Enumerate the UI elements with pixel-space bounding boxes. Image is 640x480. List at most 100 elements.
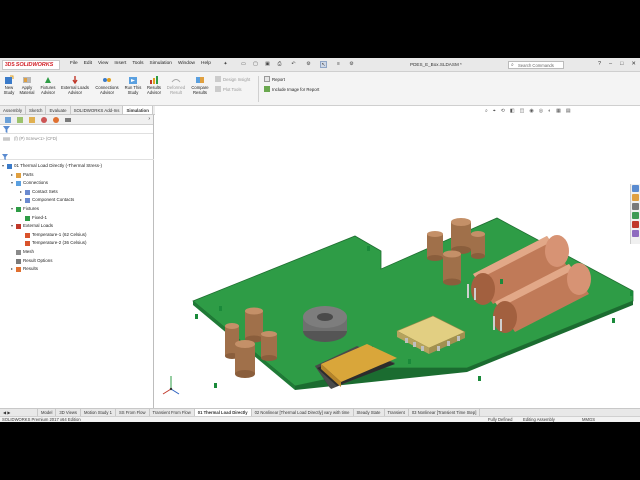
tree-item[interactable]: ▾ External Loads bbox=[0, 222, 154, 231]
resources-icon[interactable] bbox=[632, 185, 639, 192]
status-units[interactable]: MMGS bbox=[582, 417, 595, 422]
open-icon[interactable]: ▢ bbox=[252, 61, 259, 68]
tree-item[interactable]: Temperature-2 (36 Celsius) bbox=[0, 239, 154, 248]
tab-thermal-load-directly[interactable]: 01 Thermal Load Directly bbox=[194, 409, 252, 416]
separator bbox=[258, 76, 259, 102]
tab-transient[interactable]: Transient bbox=[385, 409, 409, 416]
feature-tree-icon[interactable] bbox=[4, 116, 12, 124]
undo-icon[interactable]: ↶ bbox=[290, 61, 297, 68]
options-icon[interactable]: ⚙ bbox=[348, 61, 355, 68]
close-icon[interactable]: ✕ bbox=[631, 61, 636, 67]
rebuild-icon[interactable]: ⚙ bbox=[305, 61, 312, 68]
config-label: (f) (P) Screw<1> (CFD) bbox=[14, 136, 58, 141]
compare-results-button[interactable]: Compare Results bbox=[189, 75, 211, 95]
select-icon[interactable]: ↖ bbox=[320, 61, 327, 68]
tab-sketch[interactable]: Sketch bbox=[26, 106, 47, 114]
status-editing: Editing Assembly bbox=[523, 417, 555, 422]
deformed-result-button[interactable]: Deformed Result bbox=[165, 75, 187, 95]
property-manager-icon[interactable] bbox=[16, 116, 24, 124]
tree-item-label: Temperature-2 (36 Celsius) bbox=[32, 240, 87, 246]
tab-steady-state[interactable]: Steady State bbox=[354, 409, 385, 416]
apply-material-button[interactable]: Apply Material bbox=[19, 75, 35, 95]
tree-item[interactable]: ▸ Parts bbox=[0, 171, 154, 180]
tab-addins[interactable]: SOLIDWORKS Add-Ins bbox=[71, 106, 124, 114]
tab-assembly[interactable]: Assembly bbox=[0, 106, 27, 114]
tab-nonlinear-transient[interactable]: 03 Nonlinear [Transient Time Step] bbox=[409, 409, 481, 416]
external-loads-advisor-button[interactable]: External Loads Advisor bbox=[60, 75, 90, 95]
temp-icon bbox=[25, 232, 30, 238]
task-pane bbox=[630, 184, 640, 244]
menu-edit[interactable]: Edit bbox=[84, 61, 92, 66]
menu-insert[interactable]: Insert bbox=[114, 61, 126, 66]
tree-item[interactable]: ▸ Contact Sets bbox=[0, 188, 154, 197]
appearances-icon[interactable] bbox=[632, 221, 639, 228]
tab-ss-from-flow[interactable]: SS From Flow bbox=[116, 409, 150, 416]
tree-item[interactable]: ▸ Results bbox=[0, 265, 154, 274]
tree-item[interactable]: ▾ Fixtures bbox=[0, 205, 154, 214]
tab-nonlinear-thermal[interactable]: 02 Nonlinear [Thermal Load Directly] var… bbox=[252, 409, 354, 416]
graphics-area[interactable]: ⌕ ⌖ ⟲ ◧ ◫ ◉ ◎ ◐ ▦ ▤ bbox=[155, 106, 640, 408]
report-button[interactable]: Report bbox=[264, 76, 285, 82]
design-insight-button[interactable]: Design Insight bbox=[215, 76, 250, 82]
minimize-icon[interactable]: – bbox=[609, 61, 612, 67]
results-advisor-button[interactable]: Results Advisor bbox=[145, 75, 163, 95]
tree-item[interactable]: ▾ 01 Thermal Load Directly (-Thermal Stre… bbox=[0, 162, 154, 171]
dimxpert-icon[interactable] bbox=[40, 116, 48, 124]
menu-help[interactable]: Help bbox=[201, 61, 211, 66]
tab-simulation[interactable]: Simulation bbox=[123, 106, 153, 114]
tab-3d-views[interactable]: 3D Views bbox=[56, 409, 82, 416]
menu-simulation[interactable]: Simulation bbox=[150, 61, 172, 66]
custom-properties-icon[interactable] bbox=[632, 230, 639, 237]
collapse-icon[interactable]: ▾ bbox=[11, 179, 13, 188]
tab-evaluate[interactable]: Evaluate bbox=[46, 106, 71, 114]
save-icon[interactable]: ▣ bbox=[264, 61, 271, 68]
tree-item[interactable]: ▸ Component Contacts bbox=[0, 196, 154, 205]
tree-item[interactable]: Temperature-1 (62 Celsius) bbox=[0, 231, 154, 240]
new-document-icon[interactable]: ▭ bbox=[240, 61, 247, 68]
collapse-icon[interactable]: ▾ bbox=[11, 205, 13, 214]
plot-tools-button[interactable]: Plot Tools bbox=[215, 86, 242, 92]
collapse-icon[interactable]: ▾ bbox=[11, 222, 13, 231]
design-library-icon[interactable] bbox=[632, 194, 639, 201]
configuration-manager-icon[interactable] bbox=[28, 116, 36, 124]
expand-arrow-icon[interactable]: › bbox=[148, 116, 150, 122]
expand-icon[interactable]: ▸ bbox=[20, 196, 22, 205]
deformed-result-label: Deformed Result bbox=[166, 85, 186, 95]
tab-nav-arrows[interactable]: ◀ ▶ bbox=[0, 409, 38, 416]
expand-icon[interactable]: ▸ bbox=[20, 188, 22, 197]
expand-icon[interactable]: ▸ bbox=[11, 171, 13, 180]
filter-icon[interactable] bbox=[3, 126, 10, 133]
menu-file[interactable]: File bbox=[70, 61, 78, 66]
cam-icon[interactable] bbox=[64, 116, 72, 124]
tab-transient-from-flow[interactable]: Transient From Flow bbox=[150, 409, 195, 416]
tree-item[interactable]: Fixed-1 bbox=[0, 214, 154, 223]
tree-item[interactable]: Result Options bbox=[0, 257, 154, 266]
tab-model[interactable]: Model bbox=[38, 409, 57, 416]
view-palette-icon[interactable] bbox=[632, 212, 639, 219]
tree-item[interactable]: ▾ Connections bbox=[0, 179, 154, 188]
help-icon[interactable]: ? bbox=[598, 61, 601, 67]
collapse-icon[interactable]: ▾ bbox=[2, 162, 4, 171]
pin-icon[interactable]: ✦ bbox=[222, 61, 229, 68]
toroid-inductor[interactable] bbox=[303, 306, 347, 342]
solidworks-logo[interactable]: 3DS SOLIDWORKS bbox=[2, 60, 60, 70]
tree-item[interactable]: Mesh bbox=[0, 248, 154, 257]
new-study-button[interactable]: New Study bbox=[2, 75, 16, 95]
menu-tools[interactable]: Tools bbox=[132, 61, 143, 66]
maximize-icon[interactable]: □ bbox=[620, 61, 623, 67]
search-commands-input[interactable]: ⌕ Search Commands bbox=[508, 61, 564, 69]
display-manager-icon[interactable] bbox=[52, 116, 60, 124]
file-properties-icon[interactable]: ≡ bbox=[335, 61, 342, 68]
menu-window[interactable]: Window bbox=[178, 61, 195, 66]
tab-motion-study[interactable]: Motion Study 1 bbox=[81, 409, 116, 416]
print-icon[interactable]: ⎙ bbox=[276, 61, 283, 68]
filter-icon[interactable] bbox=[2, 154, 8, 160]
file-explorer-icon[interactable] bbox=[632, 203, 639, 210]
fixtures-advisor-button[interactable]: Fixtures Advisor bbox=[39, 75, 57, 95]
connections-advisor-button[interactable]: Connections Advisor bbox=[93, 75, 121, 95]
external-loads-advisor-label: External Loads Advisor bbox=[61, 85, 89, 95]
expand-icon[interactable]: ▸ bbox=[11, 265, 13, 274]
run-study-button[interactable]: Run This Study bbox=[123, 75, 143, 95]
menu-view[interactable]: View bbox=[98, 61, 108, 66]
include-image-button[interactable]: Include Image for Report bbox=[264, 86, 319, 92]
